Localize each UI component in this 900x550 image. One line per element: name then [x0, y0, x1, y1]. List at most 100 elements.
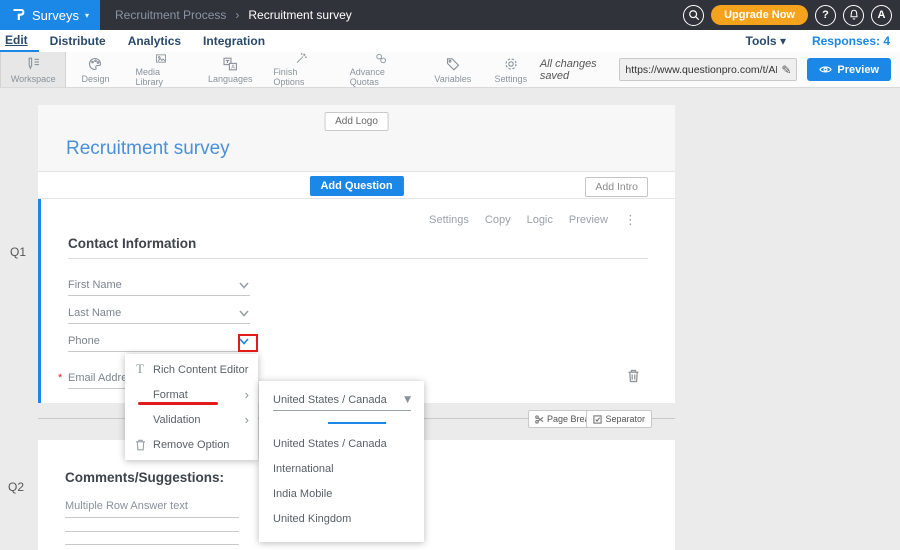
- question-title-underline: [68, 258, 648, 259]
- variables-tag-icon: [445, 56, 461, 72]
- toolbar-item-media-library[interactable]: Media Library: [124, 52, 198, 87]
- media-library-label: Media Library: [135, 67, 187, 87]
- bell-icon: [848, 9, 860, 21]
- survey-title[interactable]: Recruitment survey: [66, 138, 230, 160]
- submenu-chevron-right-icon: ›: [245, 412, 249, 427]
- menu-item-rich-content-editor[interactable]: T Rich Content Editor: [125, 357, 258, 382]
- chevron-down-icon[interactable]: [238, 307, 250, 319]
- preview-label: Preview: [837, 64, 879, 76]
- question-logic-link[interactable]: Logic: [527, 214, 553, 226]
- variables-label: Variables: [434, 74, 471, 84]
- field-label-phone: Phone: [68, 335, 100, 347]
- responses-count-link[interactable]: Responses: 4: [812, 34, 890, 48]
- advance-quotas-icon: [373, 52, 389, 65]
- rich-text-icon: T: [134, 362, 146, 377]
- field-row-last-name[interactable]: Last Name: [68, 303, 250, 324]
- toolbar-item-settings[interactable]: Settings: [482, 52, 540, 87]
- validation-label: Validation: [153, 414, 201, 426]
- chevron-down-icon: ▾: [85, 11, 89, 20]
- survey-url-field[interactable]: https://www.questionpro.com/t/APNrFZ ✎: [619, 58, 797, 81]
- question-title-q2[interactable]: Comments/Suggestions:: [65, 470, 224, 485]
- phone-format-selected-value: United States / Canada: [273, 394, 387, 406]
- chevron-down-icon-active[interactable]: [238, 335, 250, 347]
- avatar-initial: A: [878, 9, 886, 21]
- design-palette-icon: [87, 56, 103, 72]
- notifications-button[interactable]: [843, 5, 864, 26]
- question-number-q2: Q2: [8, 480, 24, 494]
- search-icon: [688, 9, 700, 21]
- menu-item-remove-option[interactable]: Remove Option: [125, 432, 258, 457]
- breadcrumb-current: Recruitment survey: [248, 8, 351, 22]
- format-option-india-mobile[interactable]: India Mobile: [273, 488, 332, 500]
- search-button[interactable]: [683, 5, 704, 26]
- surveys-label: Surveys: [32, 8, 79, 23]
- phone-format-select[interactable]: United States / Canada ▼: [273, 390, 411, 411]
- chevron-down-icon[interactable]: [238, 279, 250, 291]
- submenu-chevron-right-icon: ›: [245, 387, 249, 402]
- menu-item-format[interactable]: Format ›: [125, 382, 258, 407]
- toolbar-item-finish-options[interactable]: Finish Options: [262, 52, 338, 87]
- toolbar-item-variables[interactable]: Variables: [424, 52, 482, 87]
- app-window: Surveys ▾ Recruitment Process › Recruitm…: [0, 0, 900, 550]
- select-caret-icon: ▼: [404, 395, 411, 405]
- edit-toolbar: Workspace Design Media Library A Languag…: [0, 52, 900, 88]
- field-label-first-name: First Name: [68, 279, 122, 291]
- answer-line[interactable]: [65, 531, 239, 532]
- toolbar-item-advance-quotas[interactable]: Advance Quotas: [339, 52, 424, 87]
- toolbar-item-languages[interactable]: A Languages: [198, 52, 262, 87]
- navbar-actions: Upgrade Now ? A: [683, 5, 900, 26]
- add-question-button[interactable]: Add Question: [309, 176, 403, 196]
- breadcrumb-separator: ›: [235, 8, 239, 22]
- toolbar-item-workspace[interactable]: Workspace: [0, 52, 66, 87]
- question-more-menu-icon[interactable]: ⋮: [624, 212, 637, 228]
- upgrade-now-button[interactable]: Upgrade Now: [711, 5, 808, 25]
- trash-icon: [627, 369, 640, 383]
- required-asterisk: *: [58, 372, 62, 384]
- surveys-product-menu[interactable]: Surveys ▾: [0, 0, 100, 30]
- tab-integration[interactable]: Integration: [192, 30, 276, 52]
- edit-url-pencil-icon[interactable]: ✎: [781, 63, 791, 77]
- tab-distribute[interactable]: Distribute: [39, 30, 117, 52]
- design-label: Design: [81, 74, 109, 84]
- multirow-answer-placeholder: Multiple Row Answer text: [65, 500, 188, 512]
- format-option-united-kingdom[interactable]: United Kingdom: [273, 513, 351, 525]
- answer-line[interactable]: [65, 517, 239, 518]
- languages-icon: A: [222, 56, 238, 72]
- tab-edit[interactable]: Edit: [0, 30, 39, 52]
- preview-button[interactable]: Preview: [807, 58, 891, 81]
- breadcrumb: Recruitment Process › Recruitment survey: [115, 8, 352, 22]
- separator-label: Separator: [605, 414, 645, 424]
- toolbar-item-design[interactable]: Design: [66, 52, 124, 87]
- question-settings-link[interactable]: Settings: [429, 214, 469, 226]
- field-label-last-name: Last Name: [68, 307, 121, 319]
- eye-icon: [819, 63, 832, 76]
- account-avatar[interactable]: A: [871, 5, 892, 26]
- media-library-icon: [153, 52, 169, 65]
- delete-option-button[interactable]: [627, 369, 640, 388]
- field-row-phone[interactable]: Phone: [68, 331, 250, 352]
- top-navbar: Surveys ▾ Recruitment Process › Recruitm…: [0, 0, 900, 30]
- add-intro-button[interactable]: Add Intro: [585, 177, 648, 197]
- format-option-international[interactable]: International: [273, 463, 334, 475]
- active-option-indicator: [328, 422, 386, 424]
- question-preview-link[interactable]: Preview: [569, 214, 608, 226]
- tools-menu[interactable]: Tools ▾: [746, 34, 786, 48]
- format-option-us-canada[interactable]: United States / Canada: [273, 438, 387, 450]
- question-title-q1[interactable]: Contact Information: [68, 236, 196, 251]
- add-logo-button[interactable]: Add Logo: [324, 112, 389, 131]
- help-button[interactable]: ?: [815, 5, 836, 26]
- svg-text:A: A: [231, 64, 235, 70]
- rich-content-editor-label: Rich Content Editor: [153, 364, 248, 376]
- separator-button[interactable]: Separator: [586, 410, 652, 428]
- survey-url-text[interactable]: https://www.questionpro.com/t/APNrFZ: [625, 64, 777, 76]
- breadcrumb-parent[interactable]: Recruitment Process: [115, 8, 226, 22]
- separator-box-icon: [593, 415, 602, 424]
- tabbar-right: Tools ▾ Responses: 4: [746, 30, 900, 52]
- question-copy-link[interactable]: Copy: [485, 214, 511, 226]
- field-row-first-name[interactable]: First Name: [68, 275, 250, 296]
- menu-item-validation[interactable]: Validation ›: [125, 407, 258, 432]
- answer-line[interactable]: [65, 544, 239, 545]
- settings-gear-icon: [503, 56, 519, 72]
- question-actions: Settings Copy Logic Preview ⋮: [429, 212, 637, 228]
- tab-analytics[interactable]: Analytics: [117, 30, 192, 52]
